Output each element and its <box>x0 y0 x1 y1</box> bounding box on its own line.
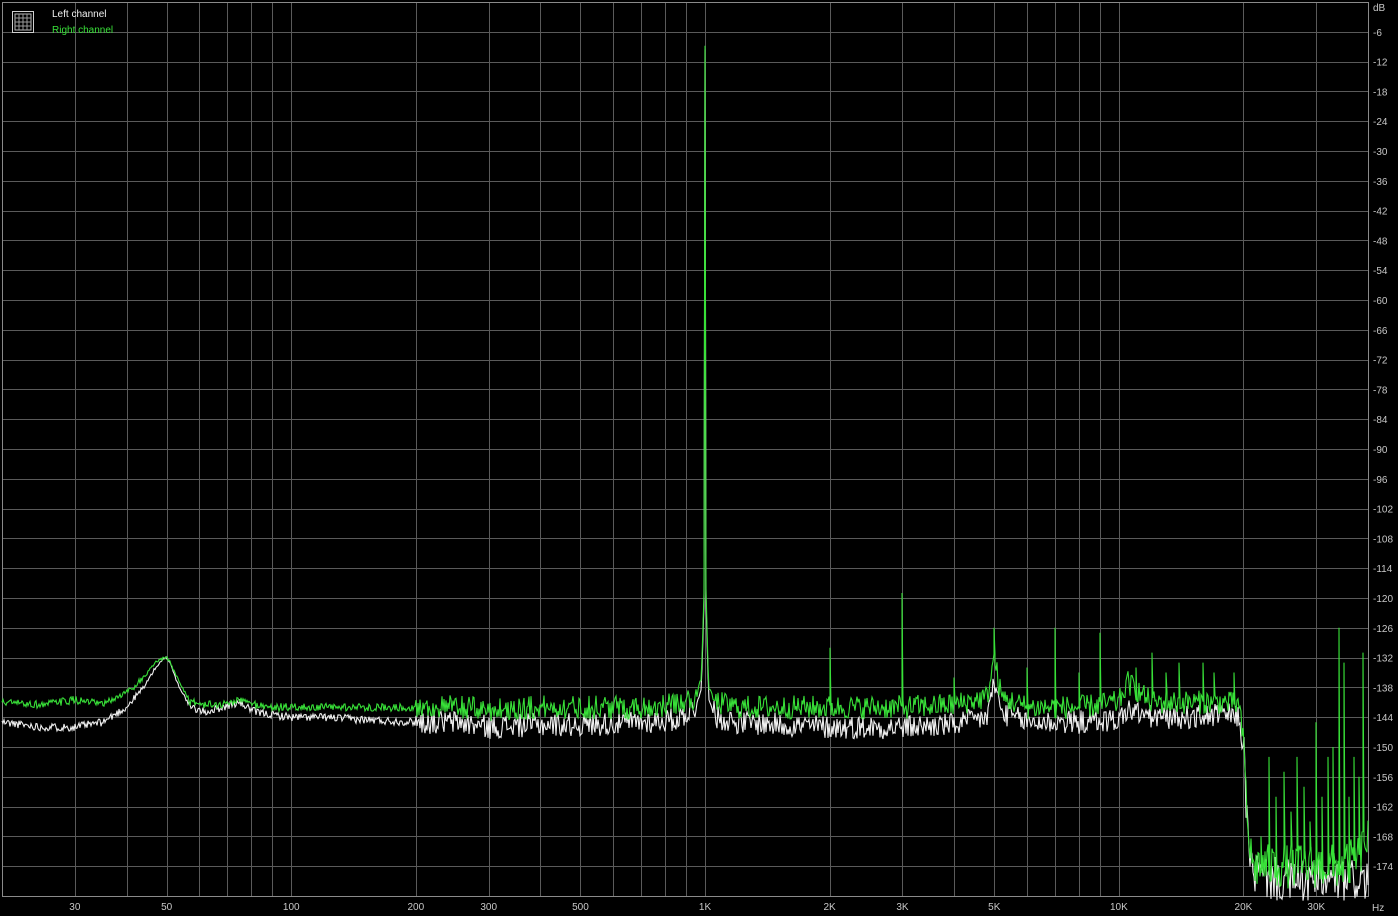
chart-background <box>0 0 1398 916</box>
y-tick-label: -72 <box>1373 356 1388 367</box>
y-tick-label: -78 <box>1373 385 1388 396</box>
x-tick-label: 5K <box>988 902 1001 913</box>
y-tick-label: -156 <box>1373 773 1393 784</box>
y-tick-label: -48 <box>1373 236 1388 247</box>
y-tick-label: -90 <box>1373 445 1388 456</box>
x-tick-label: 300 <box>480 902 497 913</box>
x-tick-label: 20K <box>1235 902 1253 913</box>
y-tick-label: -162 <box>1373 803 1393 814</box>
x-tick-label: 100 <box>283 902 300 913</box>
y-tick-label: -6 <box>1373 28 1382 39</box>
y-tick-label: -84 <box>1373 415 1388 426</box>
y-tick-label: -150 <box>1373 743 1393 754</box>
x-tick-label: 30K <box>1307 902 1325 913</box>
y-tick-label: -24 <box>1373 117 1388 128</box>
spectrum-chart: 30 50 100 200 300 500 1K 2K 3K 5K 10K 20K 30K -6 -12 -… <box>0 0 1398 916</box>
y-tick-label: -36 <box>1373 177 1388 188</box>
x-tick-label: 2K <box>824 902 837 913</box>
y-tick-label: -66 <box>1373 326 1388 337</box>
y-tick-label: -108 <box>1373 534 1393 545</box>
legend-right-channel: Right channel <box>52 25 114 36</box>
y-tick-label: -120 <box>1373 594 1393 605</box>
legend-left-channel: Left channel <box>52 9 107 20</box>
y-tick-label: -60 <box>1373 296 1388 307</box>
y-tick-label: -138 <box>1373 683 1393 694</box>
y-tick-label: -132 <box>1373 654 1393 665</box>
x-tick-label: 30 <box>69 902 81 913</box>
y-tick-label: -42 <box>1373 207 1388 218</box>
y-tick-label: -12 <box>1373 58 1388 69</box>
x-tick-label: 50 <box>161 902 173 913</box>
y-tick-label: -96 <box>1373 475 1388 486</box>
y-tick-label: -54 <box>1373 266 1388 277</box>
x-tick-label: 500 <box>572 902 589 913</box>
x-tick-label: 3K <box>896 902 909 913</box>
grid-icon[interactable] <box>12 11 34 33</box>
y-tick-label: -174 <box>1373 862 1393 873</box>
y-tick-label: -126 <box>1373 624 1393 635</box>
y-tick-label: -114 <box>1373 564 1393 575</box>
y-axis-unit: dB <box>1373 3 1386 14</box>
y-tick-label: -30 <box>1373 147 1388 158</box>
y-tick-label: -18 <box>1373 87 1388 98</box>
x-tick-label: 1K <box>699 902 712 913</box>
y-tick-label: -144 <box>1373 713 1393 724</box>
y-tick-label: -102 <box>1373 505 1393 516</box>
x-tick-label: 10K <box>1110 902 1128 913</box>
x-tick-label: 200 <box>407 902 424 913</box>
x-axis-unit: Hz <box>1372 903 1384 914</box>
y-tick-label: -168 <box>1373 832 1393 843</box>
